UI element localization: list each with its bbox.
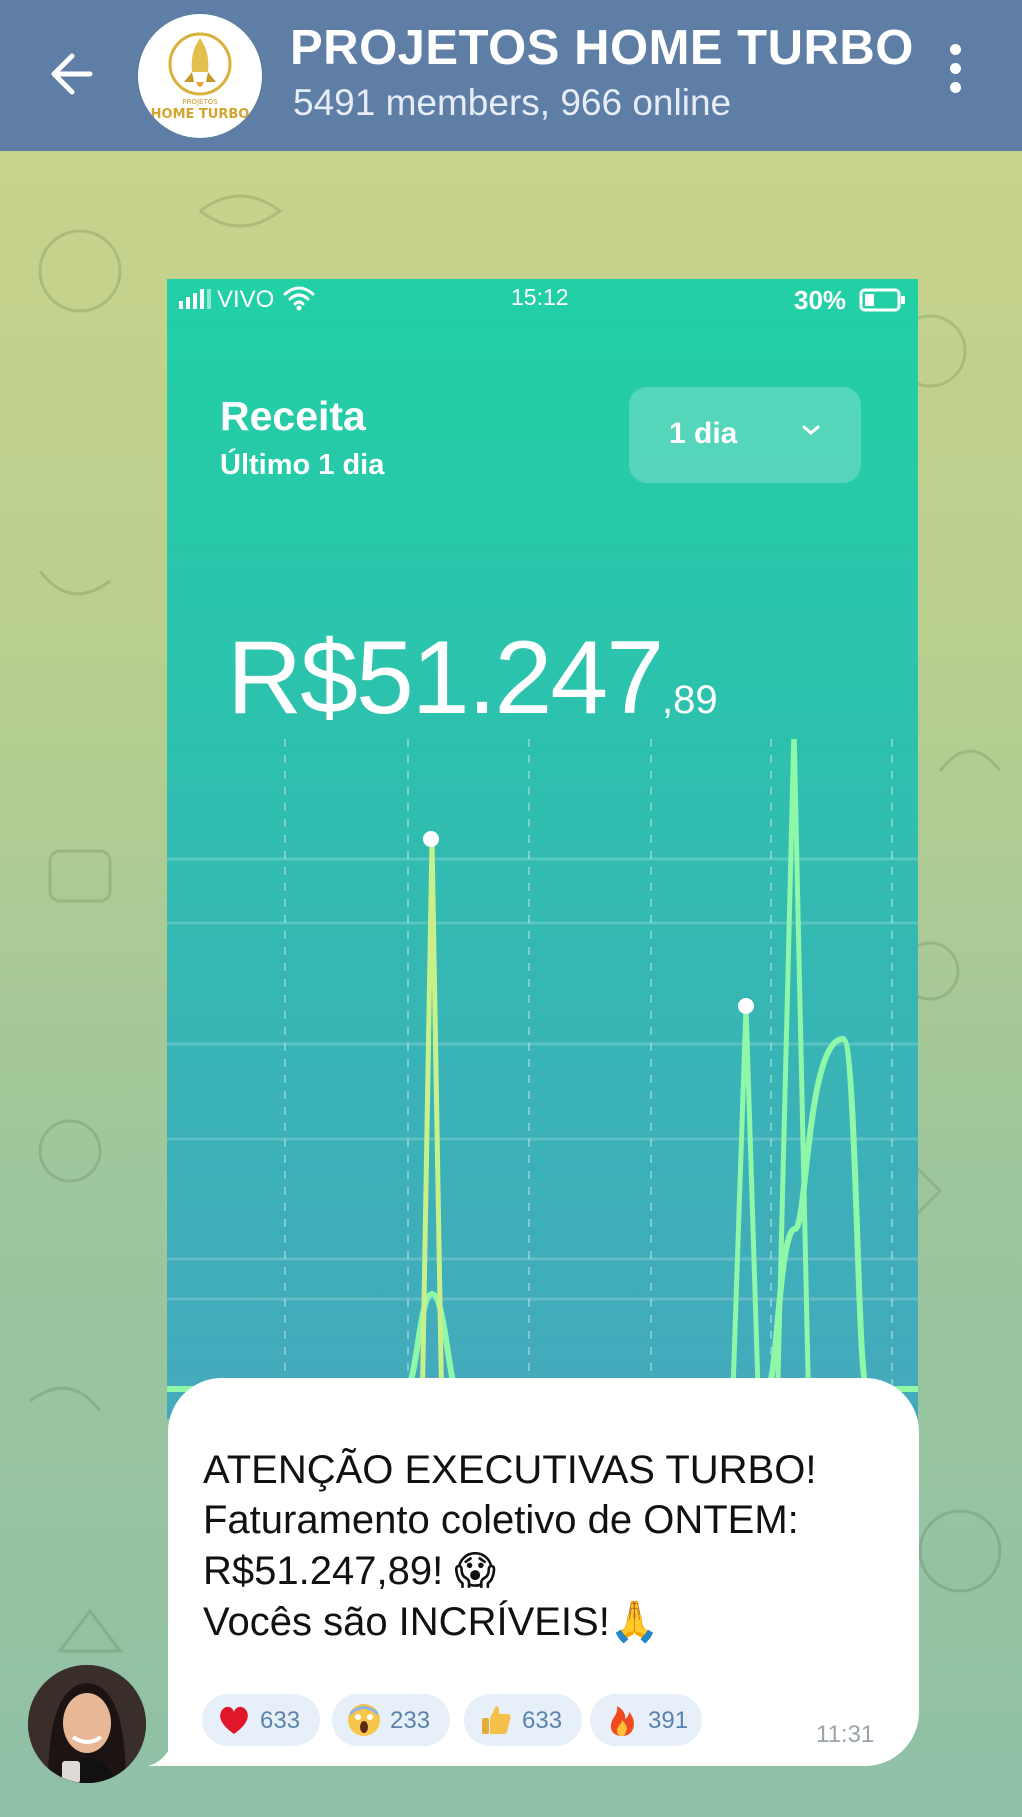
battery-percent: 30% <box>794 285 847 315</box>
chart-point-2 <box>738 998 754 1014</box>
chart-peak-1 <box>397 838 457 1419</box>
period-dropdown[interactable]: 1 dia <box>629 387 861 483</box>
revenue-period-label: Último 1 dia <box>220 449 385 481</box>
reaction-heart[interactable]: 633 <box>202 1694 320 1746</box>
reaction-count: 391 <box>648 1707 689 1734</box>
revenue-line-chart <box>167 739 918 1419</box>
home-turbo-logo: PROJETOS HOME TURBO <box>151 32 250 122</box>
revenue-amount-cents: ,89 <box>662 678 718 722</box>
signal-icon <box>179 289 211 309</box>
group-avatar[interactable]: PROJETOS HOME TURBO <box>138 14 262 138</box>
arrow-left-icon[interactable] <box>44 42 108 106</box>
reaction-fire[interactable]: 391 <box>590 1694 702 1746</box>
revenue-amount-main: R$51.247 <box>227 620 664 736</box>
reaction-screaming[interactable]: 233 <box>332 1694 450 1746</box>
heart-icon <box>220 1706 248 1734</box>
svg-text:PROJETOS: PROJETOS <box>182 98 218 106</box>
period-dropdown-value: 1 dia <box>669 417 738 450</box>
chevron-down-icon <box>802 425 820 435</box>
more-vertical-icon[interactable] <box>940 44 970 104</box>
phone-clock: 15:12 <box>511 284 569 310</box>
message-line-2: Faturamento coletivo de ONTEM: <box>203 1498 799 1542</box>
chat-title[interactable]: PROJETOS HOME TURBO <box>290 20 914 76</box>
revenue-amount: R$51.247,89 <box>227 619 718 738</box>
carrier-name: VIVO <box>217 286 275 313</box>
chart-point-1 <box>423 831 439 847</box>
fire-icon <box>610 1706 634 1736</box>
svg-text:HOME TURBO: HOME TURBO <box>151 107 250 122</box>
revenue-title: Receita <box>220 393 366 439</box>
reaction-count: 633 <box>260 1707 301 1734</box>
sender-photo <box>28 1665 146 1783</box>
message-line-3: R$51.247,89! 😱 <box>203 1549 497 1593</box>
chart-peak-2 <box>717 1005 767 1419</box>
message-bubble[interactable]: ATENÇÃO EXECUTIVAS TURBO! Faturamento co… <box>168 1378 919 1766</box>
phone-status-bar: VIVO 15:12 30% <box>167 279 918 319</box>
member-count: 5491 members, 966 online <box>293 82 732 123</box>
wifi-icon <box>283 286 315 311</box>
battery-icon <box>859 288 905 312</box>
message-time: 11:31 <box>816 1721 875 1748</box>
reaction-count: 633 <box>522 1707 563 1734</box>
revenue-line <box>167 739 434 1419</box>
reaction-count: 233 <box>390 1707 431 1734</box>
chat-header: PROJETOS HOME TURBO PROJETOS HOME TURBO … <box>0 0 1022 151</box>
message-line-4: Vocês são INCRÍVEIS!🙏 <box>203 1600 660 1644</box>
reaction-thumbs-up[interactable]: 633 <box>464 1694 582 1746</box>
sender-avatar[interactable] <box>28 1665 146 1783</box>
shared-screenshot-image[interactable]: VIVO 15:12 30% Receita Último 1 dia 1 di… <box>167 279 918 1419</box>
screaming-face-icon <box>348 1704 380 1736</box>
message-line-1: ATENÇÃO EXECUTIVAS TURBO! <box>203 1448 817 1492</box>
thumbs-up-icon <box>482 1706 511 1734</box>
